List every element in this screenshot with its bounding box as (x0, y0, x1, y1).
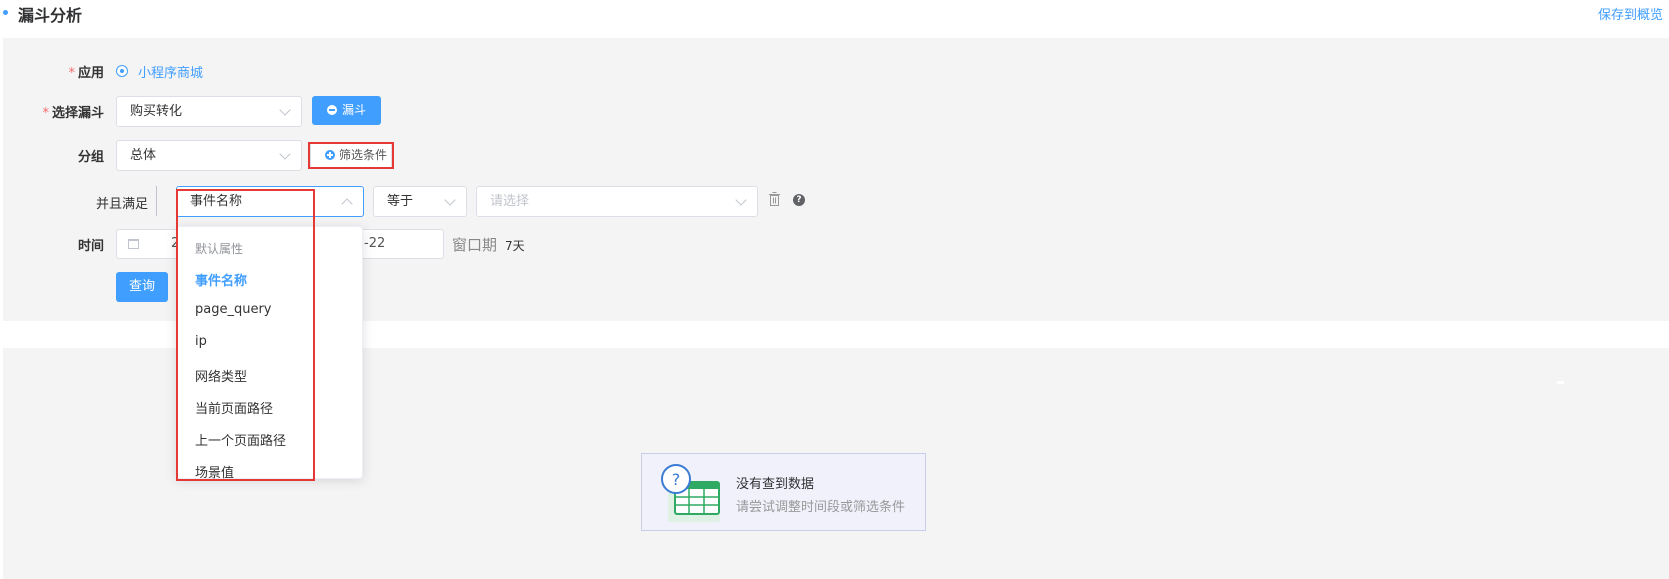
annotation-box-dropdown (176, 189, 315, 481)
funnel-select-value: 购买转化 (130, 104, 183, 119)
group-select[interactable]: 总体 (116, 140, 302, 171)
svg-text:?: ? (672, 470, 681, 489)
time-label: 时间 (77, 239, 104, 254)
help-icon[interactable]: ? (793, 194, 805, 206)
title-dot (3, 10, 8, 15)
chevron-down-icon (444, 194, 456, 206)
panel-marker (1557, 381, 1564, 384)
condition-operator-select[interactable]: 等于 (373, 186, 467, 217)
group-label: 分组 (77, 150, 104, 165)
chevron-up-icon (341, 198, 353, 210)
chevron-down-icon (735, 194, 747, 206)
no-data-illustration-icon: ? (660, 464, 722, 524)
empty-state-title: 没有查到数据 (736, 477, 815, 492)
chevron-down-icon (279, 148, 291, 160)
app-radio[interactable] (116, 65, 128, 77)
condition-value-placeholder: 请选择 (490, 194, 530, 209)
trash-icon[interactable] (769, 192, 780, 206)
trash-icon-svg (769, 192, 780, 206)
query-button[interactable]: 查询 (116, 272, 168, 302)
condition-value-select[interactable]: 请选择 (476, 186, 758, 217)
funnel-button[interactable]: 漏斗 (312, 96, 381, 125)
minus-circle-icon (326, 105, 337, 115)
calendar-icon (128, 239, 139, 249)
no-data-illustration-svg: ? (661, 464, 720, 522)
condition-divider (156, 186, 157, 216)
date-end-text: -22 (364, 236, 386, 251)
window-value: 7天 (505, 239, 525, 253)
condition-label: 并且满足 (96, 197, 149, 212)
funnel-button-label: 漏斗 (341, 103, 366, 117)
app-radio-label[interactable]: 小程序商城 (138, 62, 203, 81)
condition-operator-value: 等于 (387, 194, 414, 209)
group-select-value: 总体 (130, 148, 157, 163)
annotation-box-filter (308, 142, 394, 169)
chevron-down-icon (279, 104, 291, 116)
funnel-label: * 选择漏斗 (42, 106, 104, 121)
funnel-select[interactable]: 购买转化 (116, 96, 302, 127)
page-title: 漏斗分析 (18, 6, 83, 25)
app-label: * 应用 (68, 66, 104, 81)
save-to-overview-link[interactable]: 保存到概览 (1598, 4, 1663, 23)
window-label: 窗口期 (452, 236, 498, 254)
empty-state-subtitle: 请尝试调整时间段或筛选条件 (736, 500, 906, 515)
